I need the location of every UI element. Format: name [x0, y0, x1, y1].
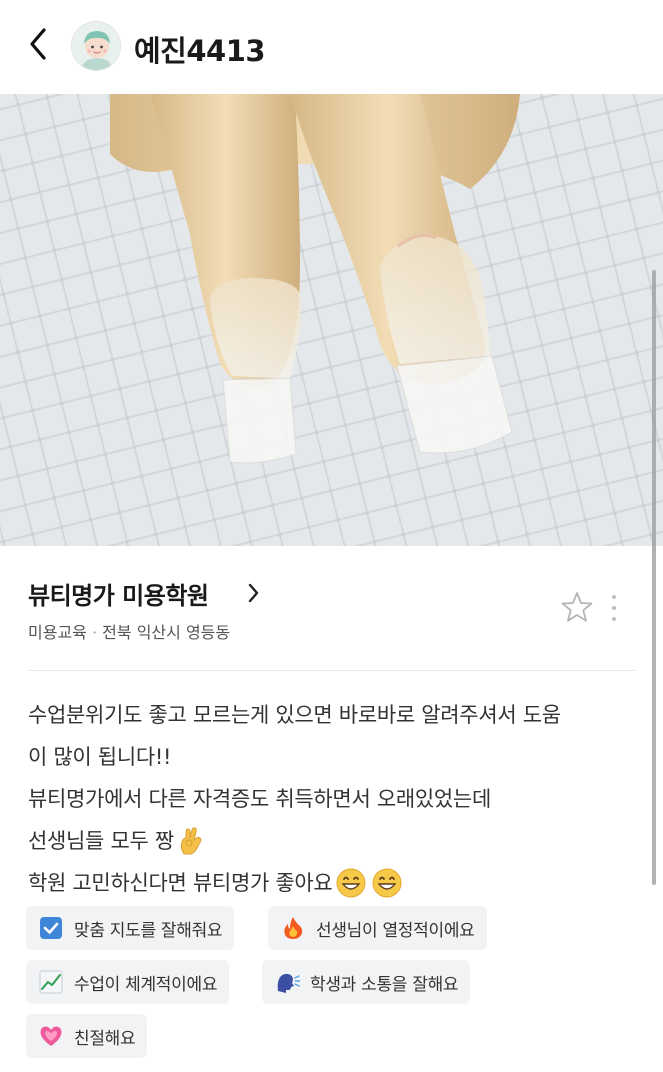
review-line: 뷰티명가에서 다른 자격증도 취득하면서 오래있었는데: [28, 787, 491, 811]
review-line: 수업분위기도 좋고 모르는게 있으면 바로바로 알려주셔서 도움: [28, 703, 561, 727]
grinning-face-icon: [372, 868, 402, 898]
review-line-with-emoji: 학원 고민하신다면 뷰티명가 좋아요: [28, 862, 638, 904]
place-location: 전북 익산시 영등동: [102, 623, 231, 642]
tag-chip[interactable]: 선생님이 열정적이에요: [268, 906, 487, 950]
profile-avatar-icon: [72, 22, 120, 70]
nail-photo-image: [0, 94, 663, 546]
top-bar: 예진4413: [0, 0, 663, 94]
place-meta: 미용교육 · 전북 익산시 영등동: [28, 619, 230, 643]
more-options-button[interactable]: [604, 592, 624, 624]
place-link-chevron[interactable]: [246, 581, 262, 605]
speaking-head-icon: [277, 973, 300, 993]
tag-chip[interactable]: 맞춤 지도를 잘해줘요: [26, 906, 235, 950]
review-text: 수업분위기도 좋고 모르는게 있으면 바로바로 알려주셔서 도움 이 많이 됩니…: [28, 694, 638, 904]
meta-separator: ·: [91, 623, 98, 642]
tag-chip[interactable]: 수업이 체계적이에요: [26, 960, 230, 1004]
check-box-icon: [40, 917, 62, 939]
username[interactable]: 예진4413: [134, 28, 266, 70]
more-vertical-icon: [612, 595, 616, 621]
review-line-with-emoji: 선생님들 모두 짱: [28, 820, 638, 862]
place-category: 미용교육: [28, 623, 87, 642]
tag-chip[interactable]: 친절해요: [26, 1014, 148, 1058]
review-line: 선생님들 모두 짱: [28, 829, 174, 853]
chart-up-icon: [39, 970, 63, 994]
heart-icon: [40, 1026, 62, 1046]
tag-label: 선생님이 열정적이에요: [316, 920, 475, 941]
grinning-face-icon: [336, 868, 366, 898]
tag-label: 맞춤 지도를 잘해줘요: [74, 920, 223, 941]
review-line: 학원 고민하신다면 뷰티명가 좋아요: [28, 871, 333, 895]
avatar[interactable]: [71, 21, 121, 71]
place-name[interactable]: 뷰티명가 미용학원: [28, 576, 209, 611]
chevron-left-icon: [30, 28, 46, 60]
save-button[interactable]: [560, 590, 594, 624]
review-line: 이 많이 됩니다!!: [28, 745, 172, 769]
review-photo[interactable]: [0, 94, 663, 546]
tag-label: 학생과 소통을 잘해요: [310, 974, 459, 995]
tag-label: 친절해요: [74, 1028, 136, 1049]
ok-hand-icon: [180, 827, 202, 855]
tag-label: 수업이 체계적이에요: [74, 974, 218, 995]
scrollbar[interactable]: [652, 270, 656, 885]
back-button[interactable]: [22, 24, 58, 64]
tag-chip[interactable]: 학생과 소통을 잘해요: [262, 960, 471, 1004]
chevron-right-icon: [248, 583, 259, 603]
star-icon: [561, 592, 593, 622]
divider: [28, 670, 636, 671]
fire-icon: [284, 917, 303, 939]
